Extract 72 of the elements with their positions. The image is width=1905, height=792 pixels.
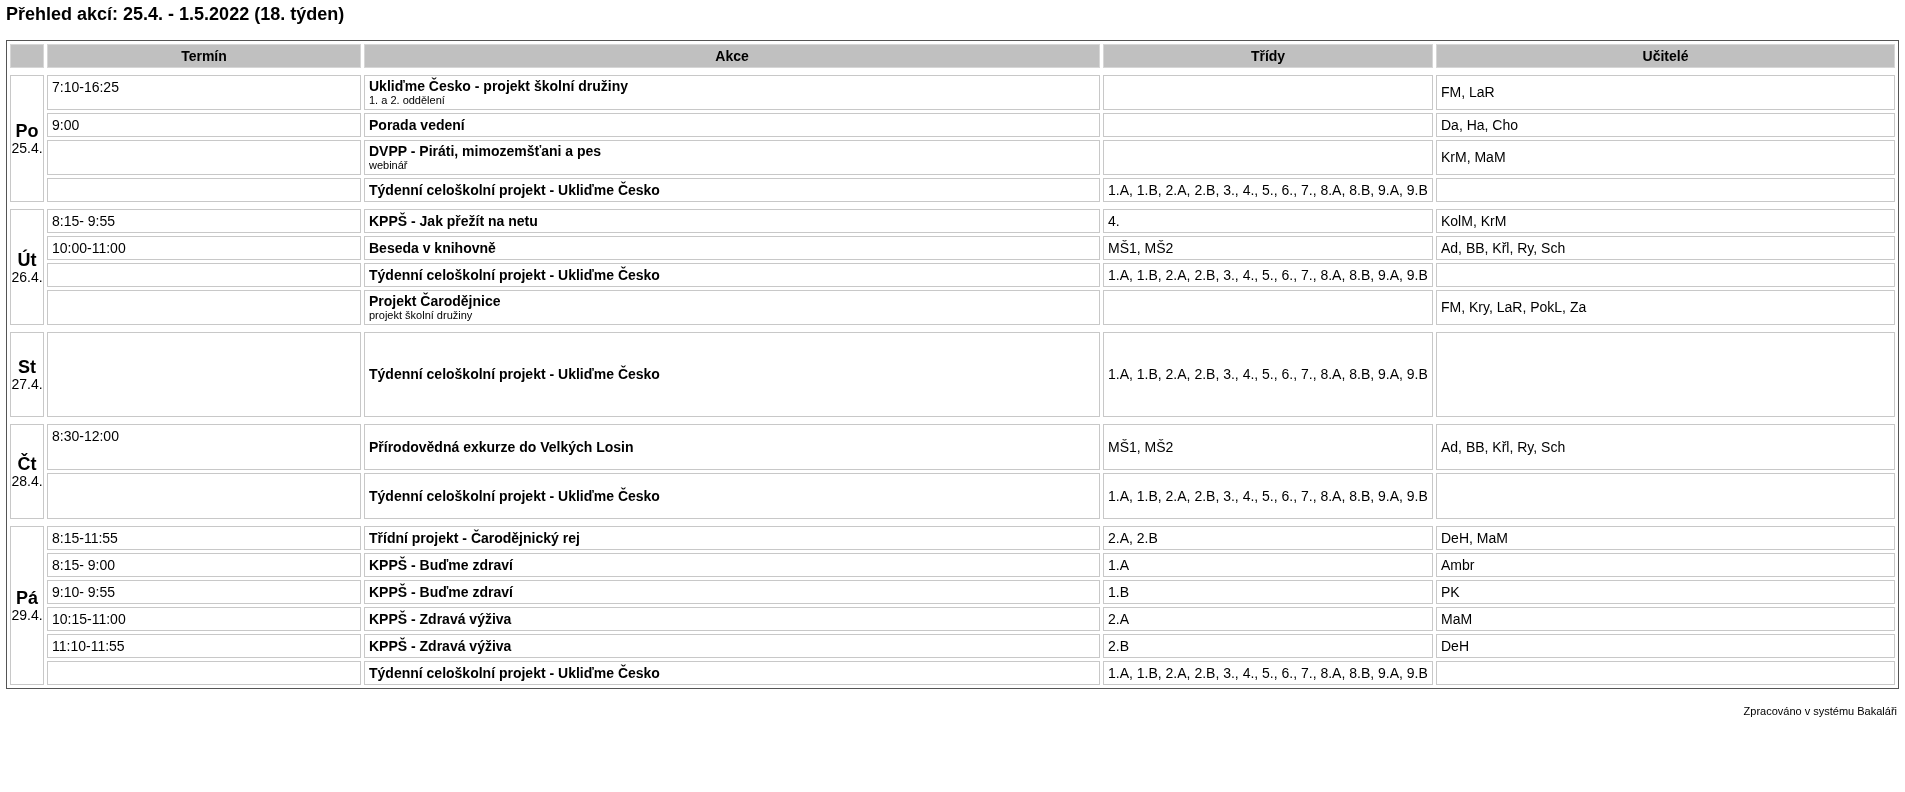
table-cell: Ambr xyxy=(1436,553,1895,577)
event-title: Třídní projekt - Čarodějnický rej xyxy=(369,530,581,546)
table-cell: MŠ1, MŠ2 xyxy=(1103,424,1433,470)
table-cell: 11:10-11:55 xyxy=(47,634,361,658)
day-name: St xyxy=(18,357,36,377)
table-cell: PK xyxy=(1436,580,1895,604)
table-cell: DeH xyxy=(1436,634,1895,658)
table-cell: 2.A xyxy=(1103,607,1433,631)
day-name: Čt xyxy=(17,454,37,474)
table-cell: FM, LaR xyxy=(1436,75,1895,110)
event-note: projekt školní družiny xyxy=(369,309,474,321)
table-cell: 2.A, 2.B xyxy=(1103,526,1433,550)
event-title: Ukliďme Česko - projekt školní družiny xyxy=(369,79,629,94)
page-title: Přehled akcí: 25.4. - 1.5.2022 (18. týden) xyxy=(6,4,345,25)
event-title: DVPP - Piráti, mimozemšťani a pes xyxy=(369,144,603,159)
table-cell: 8:30-12:00 xyxy=(47,424,361,470)
event-title: KPPŠ - Buďme zdraví xyxy=(369,557,514,573)
table-cell: 1.A, 1.B, 2.A, 2.B, 3., 4., 5., 6., 7., 8.A, 8.B, 9.A, 9.B xyxy=(1103,178,1433,202)
header-cell xyxy=(10,44,44,68)
table-cell: 1.A, 1.B, 2.A, 2.B, 3., 4., 5., 6., 7., 8.A, 8.B, 9.A, 9.B xyxy=(1103,473,1433,519)
event-title: KPPŠ - Jak přežít na netu xyxy=(369,213,539,229)
event-title: Týdenní celoškolní projekt - Ukliďme Česko xyxy=(369,488,661,504)
table-cell: 10:15-11:00 xyxy=(47,607,361,631)
column-header: Třídy xyxy=(1103,44,1433,68)
event-title: KPPŠ - Zdravá výživa xyxy=(369,638,513,654)
table-cell: 8:15-11:55 xyxy=(47,526,361,550)
table-cell: 10:00-11:00 xyxy=(47,236,361,260)
table-cell: 4. xyxy=(1103,209,1433,233)
event-note: webinář xyxy=(369,159,409,171)
table-cell: FM, Kry, LaR, PokL, Za xyxy=(1436,290,1895,325)
event-title: Týdenní celoškolní projekt - Ukliďme Česko xyxy=(369,665,661,681)
table-cell: MŠ1, MŠ2 xyxy=(1103,236,1433,260)
column-header: Termín xyxy=(47,44,361,68)
event-title: KPPŠ - Buďme zdraví xyxy=(369,584,514,600)
day-date: 29.4. xyxy=(11,608,43,623)
table-cell: 1.A xyxy=(1103,553,1433,577)
table-cell: 1.B xyxy=(1103,580,1433,604)
event-title: Projekt Čarodějnice xyxy=(369,294,502,309)
table-cell: Ad, BB, Křl, Ry, Sch xyxy=(1436,236,1895,260)
column-header: Akce xyxy=(364,44,1100,68)
day-date: 25.4. xyxy=(11,141,43,156)
table-cell: 9:00 xyxy=(47,113,361,137)
table-cell: KrM, MaM xyxy=(1436,140,1895,175)
table-cell: 8:15- 9:00 xyxy=(47,553,361,577)
table-cell: 9:10- 9:55 xyxy=(47,580,361,604)
event-title: Týdenní celoškolní projekt - Ukliďme Česko xyxy=(369,182,661,198)
day-date: 26.4. xyxy=(11,269,43,285)
event-title: Týdenní celoškolní projekt - Ukliďme Česko xyxy=(369,267,661,283)
table-cell: 1.A, 1.B, 2.A, 2.B, 3., 4., 5., 6., 7., 8.A, 8.B, 9.A, 9.B xyxy=(1103,661,1433,685)
event-title: KPPŠ - Zdravá výživa xyxy=(369,611,513,627)
day-name: Út xyxy=(17,249,37,270)
column-header: Učitelé xyxy=(1436,44,1895,68)
table-cell: KolM, KrM xyxy=(1436,209,1895,233)
day-name: Po xyxy=(15,121,39,141)
table-cell: MaM xyxy=(1436,607,1895,631)
footer-text: Zpracováno v systému Bakaláři xyxy=(1742,705,1898,717)
event-note: 1. a 2. oddělení xyxy=(369,94,446,106)
day-name: Pá xyxy=(16,588,38,608)
event-title: Beseda v knihovně xyxy=(369,240,497,256)
event-title: Porada vedení xyxy=(369,117,466,133)
event-title: Týdenní celoškolní projekt - Ukliďme Česko xyxy=(369,367,661,382)
event-title: Přírodovědná exkurze do Velkých Losin xyxy=(369,439,635,455)
table-cell: 7:10-16:25 xyxy=(47,75,361,110)
table-cell: 2.B xyxy=(1103,634,1433,658)
day-date: 28.4. xyxy=(11,474,43,489)
table-cell: 1.A, 1.B, 2.A, 2.B, 3., 4., 5., 6., 7., 8.A, 8.B, 9.A, 9.B xyxy=(1103,332,1433,417)
table-cell: Ad, BB, Křl, Ry, Sch xyxy=(1436,424,1895,470)
table-cell: Da, Ha, Cho xyxy=(1436,113,1895,137)
day-date: 27.4. xyxy=(11,377,43,392)
table-cell: 1.A, 1.B, 2.A, 2.B, 3., 4., 5., 6., 7., 8.A, 8.B, 9.A, 9.B xyxy=(1103,263,1433,287)
table-cell: 8:15- 9:55 xyxy=(47,209,361,233)
table-cell: DeH, MaM xyxy=(1436,526,1895,550)
